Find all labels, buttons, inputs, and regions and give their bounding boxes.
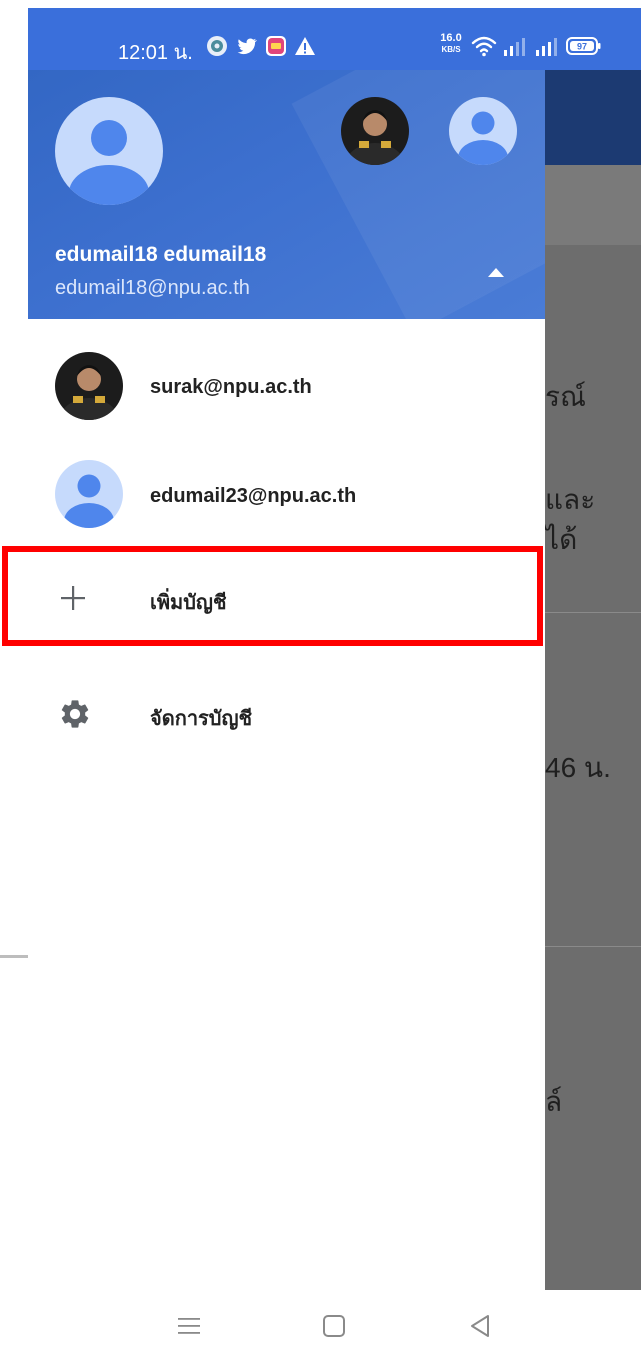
background-text: 46 น. [545,752,611,783]
network-speed: 16.0 KB/S [440,32,462,55]
account-email-label: edumail23@npu.ac.th [150,485,357,507]
add-account-label: เพิ่มบัญชี [150,592,227,614]
twitter-icon [237,38,258,55]
background-toolbar [545,70,641,165]
app-circle-icon [207,36,227,56]
background-text: ได้ [545,524,578,555]
battery-icon: 97 [566,37,601,55]
current-account-name: edumail18 edumail18 [55,243,267,266]
battery-level: 97 [577,42,587,52]
gear-icon [61,700,89,728]
avatar [55,352,123,420]
plus-icon [61,586,85,610]
home-icon[interactable] [320,1312,348,1340]
menu-icon[interactable] [175,1312,203,1340]
drawer-header: edumail18 edumail18 edumail18@npu.ac.th [28,70,545,319]
account-email-label: surak@npu.ac.th [150,376,312,398]
background-divider [545,946,641,947]
account-item-surak[interactable]: surak@npu.ac.th [28,350,545,430]
warning-icon [295,37,315,55]
account-drawer: edumail18 edumail18 edumail18@npu.ac.th … [28,70,545,1290]
back-icon[interactable] [466,1312,494,1340]
status-bar: 12:01 น. 16.0 KB/S 97 [28,8,641,70]
status-time: 12:01 น. [118,42,193,64]
account-item-edumail23[interactable]: edumail23@npu.ac.th [28,458,545,538]
background-strip [545,165,641,245]
switch-account-avatar-edumail23[interactable] [449,97,517,165]
background-divider [545,612,641,613]
add-account-button[interactable]: เพิ่มบัญชี [28,550,545,646]
manage-accounts-button[interactable]: จัดการบัญชี [28,680,545,750]
manage-accounts-label: จัดการบัญชี [150,708,253,730]
signal-icon [504,38,525,56]
signal-icon [536,38,557,56]
background-text: รณ์ [545,381,587,412]
wifi-icon [471,36,497,57]
screen: 12:01 น. 16.0 KB/S 97 รณ์ และ ได้ 46 น. … [0,0,641,1361]
background-app: รณ์ และ ได้ 46 น. ล์ [545,70,641,1290]
switch-account-avatar-surak[interactable] [341,97,409,165]
background-divider [0,955,28,958]
background-text: และ [545,484,596,515]
navigation-bar [0,1290,641,1361]
avatar [55,460,123,528]
app-square-icon [266,36,286,56]
current-account-avatar[interactable] [55,97,163,205]
current-account-email: edumail18@npu.ac.th [55,277,250,299]
chevron-up-icon[interactable] [488,267,504,277]
background-text: ล์ [545,1086,563,1117]
